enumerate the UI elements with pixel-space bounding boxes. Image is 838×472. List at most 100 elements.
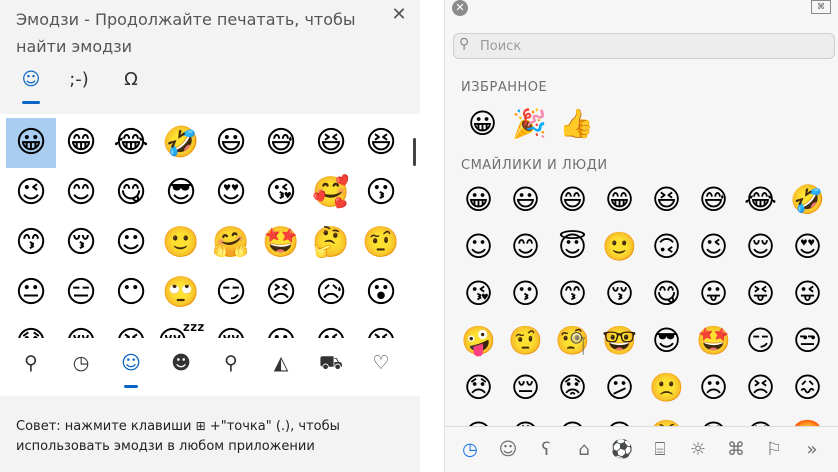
favorite-emoji[interactable]: 👍 xyxy=(553,104,600,144)
symbols-icon[interactable]: ⌘ xyxy=(721,435,751,465)
emoji-cell[interactable]: 🤨 xyxy=(502,317,549,364)
emoji-cell[interactable]: 😖 xyxy=(784,364,831,411)
emoji-cell[interactable]: 😁 xyxy=(596,176,643,223)
emoji-cell[interactable]: 😎 xyxy=(643,317,690,364)
emoji-cell[interactable]: 😛 xyxy=(690,270,737,317)
emoji-cell[interactable]: 😃 xyxy=(502,176,549,223)
character-viewer-icon[interactable]: ⌘ xyxy=(811,0,831,14)
emoji-cell[interactable]: 😚 xyxy=(596,270,643,317)
emoji-cell[interactable]: 😀 xyxy=(455,176,502,223)
emoji-cell[interactable]: 😂 xyxy=(737,176,784,223)
emoji-cell[interactable]: 😜 xyxy=(784,270,831,317)
emoji-cell[interactable]: 😗 xyxy=(356,168,406,218)
emoji-cell[interactable]: 😑 xyxy=(56,268,106,318)
emoji-cell[interactable]: 🙁 xyxy=(643,364,690,411)
emoji-cell[interactable]: 🤣 xyxy=(784,176,831,223)
recent-clock-icon[interactable]: ◷ xyxy=(455,435,485,465)
emoji-cell[interactable]: 😉 xyxy=(690,223,737,270)
emoji-cell[interactable]: 😆 xyxy=(306,118,356,168)
search-input[interactable] xyxy=(478,36,822,56)
emoji-cell[interactable]: 😎 xyxy=(156,168,206,218)
emoji-cell[interactable]: 😒 xyxy=(784,317,831,364)
emoji-cell[interactable]: 🧐 xyxy=(549,317,596,364)
close-icon[interactable]: ✕ xyxy=(452,0,468,16)
emoji-cell[interactable]: 😛 xyxy=(256,318,306,339)
food-cake-icon[interactable]: ⌂ xyxy=(569,435,599,465)
emoji-cell[interactable]: 🤗 xyxy=(206,218,256,268)
emoji-cell[interactable]: 😞 xyxy=(455,364,502,411)
kaomoji-tab-icon[interactable]: ;-) xyxy=(60,64,98,100)
emoji-cell[interactable]: 😕 xyxy=(596,364,643,411)
smiley-tab-icon[interactable]: ☺ xyxy=(12,64,50,104)
emoji-cell[interactable]: 😆 xyxy=(643,176,690,223)
symbols-tab-icon[interactable]: Ω xyxy=(112,64,150,100)
smileys-icon[interactable]: ☺ xyxy=(493,435,523,465)
favorite-emoji[interactable]: 😀 xyxy=(459,104,506,144)
emoji-cell[interactable]: 😯 xyxy=(6,318,56,339)
emoji-cell[interactable]: 😥 xyxy=(306,268,356,318)
search-field[interactable]: ⚲ xyxy=(453,33,835,59)
activity-ball-icon[interactable]: ⚽ xyxy=(607,435,637,465)
celebration-balloon-icon[interactable]: ⚲ xyxy=(214,346,248,380)
emoji-cell[interactable]: 🤣 xyxy=(156,118,206,168)
emoji-cell[interactable]: 😋 xyxy=(643,270,690,317)
emoji-cell[interactable]: 😣 xyxy=(737,364,784,411)
emoji-cell[interactable]: 😙 xyxy=(6,218,56,268)
emoji-cell[interactable]: 🙄 xyxy=(156,268,206,318)
emoji-cell[interactable]: 😅 xyxy=(690,176,737,223)
emoji-cell[interactable]: 🙂 xyxy=(596,223,643,270)
emoji-cell[interactable]: 😜 xyxy=(306,318,356,339)
emoji-cell[interactable]: 😘 xyxy=(256,168,306,218)
emoji-cell[interactable]: 😌 xyxy=(737,223,784,270)
emoji-cell[interactable]: 😟 xyxy=(549,364,596,411)
emoji-cell[interactable]: 😶 xyxy=(106,268,156,318)
emoji-cell[interactable]: 😍 xyxy=(784,223,831,270)
emoji-cell[interactable]: 🤩 xyxy=(256,218,306,268)
emoji-cell[interactable]: 🤔 xyxy=(306,218,356,268)
emoji-cell[interactable]: 😏 xyxy=(206,268,256,318)
recent-clock-icon[interactable]: ◷ xyxy=(64,346,98,380)
people-icon[interactable]: ☻ xyxy=(164,346,198,380)
emoji-cell[interactable]: 🤓 xyxy=(596,317,643,364)
emoji-cell[interactable]: 😁 xyxy=(56,118,106,168)
emoji-cell[interactable]: 😄 xyxy=(549,176,596,223)
emoji-cell[interactable]: 😊 xyxy=(56,168,106,218)
emoji-cell[interactable]: 😌 xyxy=(206,318,256,339)
emoji-cell[interactable]: 😮 xyxy=(356,268,406,318)
search-icon[interactable]: ⚲ xyxy=(14,346,48,380)
emoji-cell[interactable]: 😏 xyxy=(737,317,784,364)
emoji-cell[interactable]: 🙂 xyxy=(156,218,206,268)
emoji-cell[interactable]: 🤪 xyxy=(455,317,502,364)
emoji-cell[interactable]: 😙 xyxy=(549,270,596,317)
emoji-cell[interactable]: 🤨 xyxy=(356,218,406,268)
emoji-cell[interactable]: 😗 xyxy=(502,270,549,317)
emoji-cell[interactable]: 😣 xyxy=(256,268,306,318)
emoji-cell[interactable]: 😃 xyxy=(206,118,256,168)
emoji-cell[interactable]: 😆 xyxy=(356,118,406,168)
scrollbar-thumb[interactable] xyxy=(413,138,416,166)
emoji-cell[interactable]: 😚 xyxy=(56,218,106,268)
emoji-cell[interactable]: 😀 xyxy=(6,118,56,168)
emoji-cell[interactable]: 😘 xyxy=(455,270,502,317)
emoji-cell[interactable]: 🙃 xyxy=(643,223,690,270)
emoji-cell[interactable]: 😂 xyxy=(106,118,156,168)
emoji-cell[interactable]: 😔 xyxy=(502,364,549,411)
emoji-cell[interactable]: 😇 xyxy=(549,223,596,270)
emoji-cell[interactable]: 😝 xyxy=(737,270,784,317)
emoji-cell[interactable]: ☺ xyxy=(455,223,502,270)
emoji-cell[interactable]: 😐 xyxy=(6,268,56,318)
heart-icon[interactable]: ♡ xyxy=(364,346,398,380)
emoji-cell[interactable]: ☹ xyxy=(690,364,737,411)
emoji-cell[interactable]: 😴 xyxy=(156,318,206,339)
animals-bear-icon[interactable]: ʕ xyxy=(531,435,561,465)
emoji-cell[interactable]: 😝 xyxy=(356,318,406,339)
flags-icon[interactable]: ⚐ xyxy=(759,435,789,465)
smileys-icon[interactable]: ☺ xyxy=(114,346,148,388)
close-icon[interactable]: ✕ xyxy=(388,4,410,26)
objects-bulb-icon[interactable]: ☼ xyxy=(683,435,713,465)
travel-building-icon[interactable]: ⌸ xyxy=(645,435,675,465)
emoji-cell[interactable]: 😉 xyxy=(6,168,56,218)
emoji-cell[interactable]: 😊 xyxy=(502,223,549,270)
favorite-emoji[interactable]: 🎉 xyxy=(506,104,553,144)
emoji-cell[interactable]: 🥰 xyxy=(306,168,356,218)
